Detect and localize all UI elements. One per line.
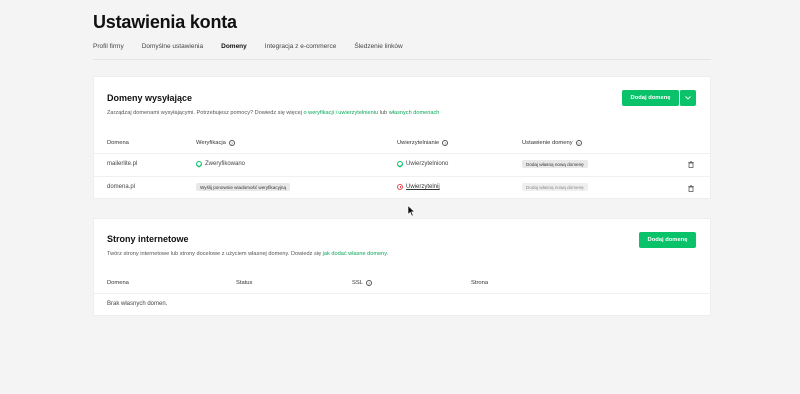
help-icon[interactable]: ?: [442, 140, 449, 146]
trash-icon[interactable]: [688, 185, 694, 192]
help-icon[interactable]: ?: [228, 140, 235, 146]
settings-tabs: Profil firmy Domyślne ustawienia Domeny …: [93, 41, 421, 60]
column-header-authentication: Uwierzytelnianie?: [397, 140, 449, 146]
column-header-domain: Domena: [107, 280, 129, 286]
empty-state-text: Brak własnych domen.: [107, 301, 168, 307]
authentication-status: Uwierzytelniono: [397, 161, 448, 167]
domain-name: mailerlite.pl: [107, 161, 138, 167]
column-header-status: Status: [236, 280, 253, 286]
tab-company-profile[interactable]: Profil firmy: [93, 41, 124, 60]
authentication-status: Uwierzytelnij: [397, 184, 440, 190]
tabs-divider: [93, 59, 711, 60]
websites-card: Strony internetowe Twórz strony internet…: [93, 218, 711, 316]
authenticate-link[interactable]: Uwierzytelnij: [406, 184, 440, 190]
tab-domains[interactable]: Domeny: [221, 41, 247, 60]
row-divider: [94, 293, 710, 294]
sending-domains-card: Domeny wysyłające Zarządzaj domenami wys…: [93, 76, 711, 199]
row-divider: [94, 153, 710, 154]
help-icon[interactable]: ?: [365, 280, 372, 286]
tab-ecommerce-integration[interactable]: Integracja z e-commerce: [265, 41, 337, 60]
check-circle-icon: [196, 161, 202, 167]
add-custom-domains-help-link[interactable]: jak dodać własne domeny: [323, 251, 387, 257]
column-header-verification: Weryfikacja?: [196, 140, 235, 146]
custom-domains-help-link[interactable]: własnych domenach: [389, 110, 440, 116]
chevron-down-icon: [685, 96, 691, 100]
mouse-cursor-icon: [407, 205, 416, 217]
sending-domains-title: Domeny wysyłające: [107, 93, 193, 103]
help-icon[interactable]: ?: [575, 140, 582, 146]
verification-help-link[interactable]: o weryfikacji i uwierzytelnieniu: [303, 110, 378, 116]
row-divider: [94, 176, 710, 177]
trash-icon[interactable]: [688, 161, 694, 168]
websites-description: Twórz strony internetowe lub strony doce…: [107, 251, 389, 257]
tab-link-tracking[interactable]: Śledzenie linków: [354, 41, 402, 60]
websites-title: Strony internetowe: [107, 234, 189, 244]
domain-name: domena.pl: [107, 184, 136, 190]
column-header-domain-setting: Ustawienie domeny?: [522, 140, 582, 146]
column-header-domain: Domena: [107, 140, 129, 146]
error-circle-icon: [397, 184, 403, 190]
tab-default-settings[interactable]: Domyślne ustawienia: [142, 41, 203, 60]
add-sending-domain-button[interactable]: Dodaj domenę: [622, 90, 679, 106]
check-circle-icon: [397, 161, 403, 167]
column-header-ssl: SSL?: [352, 280, 372, 286]
add-domain-dropdown-button[interactable]: [679, 90, 696, 106]
add-custom-domain-badge: Dodaj własną nową domenę: [522, 183, 588, 191]
add-custom-domain-badge[interactable]: Dodaj własną nową domenę: [522, 160, 588, 168]
page-title: Ustawienia konta: [93, 12, 237, 32]
resend-verification-button[interactable]: Wyślij ponownie wiadomość weryfikacyjną: [196, 183, 290, 191]
verification-status: Zweryfikowano: [196, 161, 245, 167]
sending-domains-description: Zarządzaj domenami wysyłającymi. Potrzeb…: [107, 110, 440, 116]
column-header-page: Strona: [471, 280, 489, 286]
add-website-domain-button[interactable]: Dodaj domenę: [639, 232, 696, 248]
